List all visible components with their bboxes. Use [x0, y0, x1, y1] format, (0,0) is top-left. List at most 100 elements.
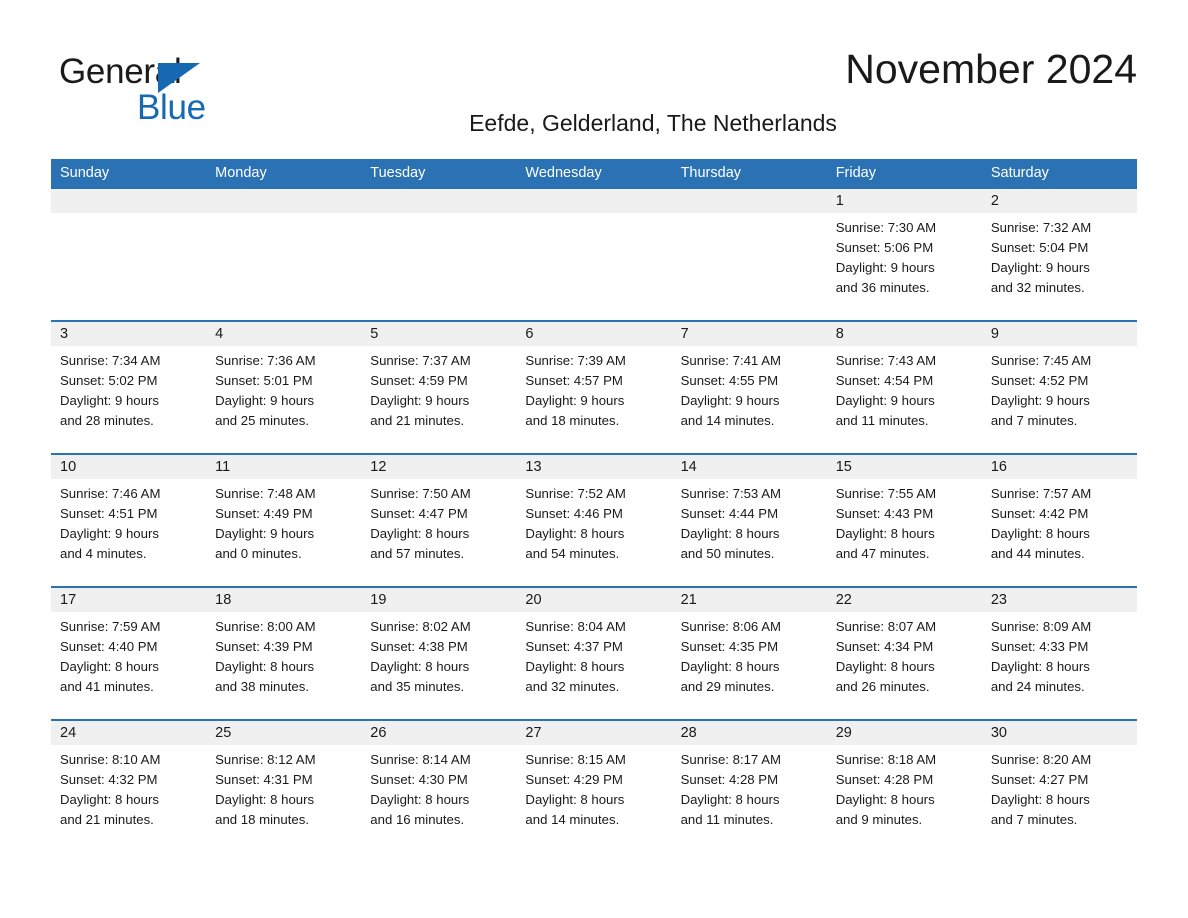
day-cell[interactable]: 11 Sunrise: 7:48 AM Sunset: 4:49 PM Dayl…: [206, 455, 362, 586]
dow-thursday: Thursday: [680, 165, 742, 181]
day-cell[interactable]: 20 Sunrise: 8:04 AM Sunset: 4:37 PM Dayl…: [516, 588, 672, 719]
day-number: 19: [361, 588, 517, 612]
day-cell[interactable]: 25 Sunrise: 8:12 AM Sunset: 4:31 PM Dayl…: [206, 721, 362, 852]
sunset-text: Sunset: 5:02 PM: [60, 373, 158, 388]
sunset-text: Sunset: 4:39 PM: [215, 639, 313, 654]
day-number: [361, 189, 517, 213]
sunrise-text: Sunrise: 7:48 AM: [215, 486, 316, 501]
daylight-text-line2: and 11 minutes.: [680, 812, 774, 827]
day-cell[interactable]: 23 Sunrise: 8:09 AM Sunset: 4:33 PM Dayl…: [981, 588, 1137, 719]
day-details: Sunrise: 8:00 AM Sunset: 4:39 PM Dayligh…: [206, 612, 361, 697]
day-details: Sunrise: 8:04 AM Sunset: 4:37 PM Dayligh…: [516, 612, 671, 697]
sunset-text: Sunset: 4:29 PM: [525, 772, 623, 787]
day-cell[interactable]: 29 Sunrise: 8:18 AM Sunset: 4:28 PM Dayl…: [826, 721, 982, 852]
day-cell[interactable]: [516, 189, 672, 320]
day-number: [516, 189, 672, 213]
sunset-text: Sunset: 4:37 PM: [525, 639, 623, 654]
daylight-text-line2: and 47 minutes.: [835, 546, 930, 561]
sunset-text: Sunset: 5:04 PM: [990, 240, 1089, 255]
day-cell[interactable]: 3 Sunrise: 7:34 AM Sunset: 5:02 PM Dayli…: [51, 322, 207, 453]
sunset-text: Sunset: 4:51 PM: [60, 506, 158, 521]
sunset-text: Sunset: 4:44 PM: [680, 506, 779, 521]
day-cell[interactable]: 10 Sunrise: 7:46 AM Sunset: 4:51 PM Dayl…: [51, 455, 207, 586]
daylight-text-line2: and 26 minutes.: [835, 679, 930, 694]
day-cell[interactable]: 4 Sunrise: 7:36 AM Sunset: 5:01 PM Dayli…: [206, 322, 362, 453]
day-details: Sunrise: 7:48 AM Sunset: 4:49 PM Dayligh…: [206, 479, 361, 564]
day-cell[interactable]: 9 Sunrise: 7:45 AM Sunset: 4:52 PM Dayli…: [981, 322, 1137, 453]
day-cell[interactable]: 21 Sunrise: 8:06 AM Sunset: 4:35 PM Dayl…: [671, 588, 827, 719]
day-cell[interactable]: [51, 189, 207, 320]
day-cell[interactable]: 15 Sunrise: 7:55 AM Sunset: 4:43 PM Dayl…: [826, 455, 982, 586]
daylight-text-line2: and 18 minutes.: [525, 413, 620, 428]
daylight-text-line2: and 14 minutes.: [525, 812, 620, 827]
day-cell[interactable]: 22 Sunrise: 8:07 AM Sunset: 4:34 PM Dayl…: [826, 588, 982, 719]
sunrise-text: Sunrise: 7:50 AM: [370, 486, 471, 501]
day-number: 10: [51, 455, 207, 479]
day-number: 4: [206, 322, 362, 346]
sunrise-text: Sunrise: 8:12 AM: [215, 752, 316, 767]
day-cell[interactable]: 2 Sunrise: 7:32 AM Sunset: 5:04 PM Dayli…: [981, 189, 1137, 320]
sunrise-text: Sunrise: 8:09 AM: [990, 619, 1092, 634]
daylight-text-line1: Daylight: 8 hours: [370, 526, 470, 541]
sunset-text: Sunset: 4:52 PM: [990, 373, 1089, 388]
sunset-text: Sunset: 4:27 PM: [990, 772, 1089, 787]
day-details: [672, 213, 827, 218]
day-details: Sunrise: 7:53 AM Sunset: 4:44 PM Dayligh…: [672, 479, 827, 564]
daylight-text-line2: and 35 minutes.: [370, 679, 465, 694]
sunrise-text: Sunrise: 7:30 AM: [835, 220, 937, 235]
day-cell[interactable]: [361, 189, 517, 320]
daylight-text-line1: Daylight: 8 hours: [680, 659, 780, 674]
day-number: 7: [671, 322, 827, 346]
day-details: Sunrise: 7:45 AM Sunset: 4:52 PM Dayligh…: [982, 346, 1137, 431]
day-details: Sunrise: 8:12 AM Sunset: 4:31 PM Dayligh…: [206, 745, 361, 830]
day-cell[interactable]: 19 Sunrise: 8:02 AM Sunset: 4:38 PM Dayl…: [361, 588, 517, 719]
day-details: Sunrise: 8:02 AM Sunset: 4:38 PM Dayligh…: [361, 612, 516, 697]
day-cell[interactable]: 17 Sunrise: 7:59 AM Sunset: 4:40 PM Dayl…: [51, 588, 207, 719]
daylight-text-line2: and 0 minutes.: [215, 546, 302, 561]
week-row: 1 Sunrise: 7:30 AM Sunset: 5:06 PM Dayli…: [51, 187, 1137, 320]
day-cell[interactable]: 1 Sunrise: 7:30 AM Sunset: 5:06 PM Dayli…: [826, 189, 982, 320]
day-details: [206, 213, 361, 218]
day-cell[interactable]: 27 Sunrise: 8:15 AM Sunset: 4:29 PM Dayl…: [516, 721, 672, 852]
day-of-week-header-row: Sunday Monday Tuesday Wednesday Thursday…: [51, 159, 1137, 187]
day-cell[interactable]: 6 Sunrise: 7:39 AM Sunset: 4:57 PM Dayli…: [516, 322, 672, 453]
day-cell[interactable]: 14 Sunrise: 7:53 AM Sunset: 4:44 PM Dayl…: [671, 455, 827, 586]
day-details: [516, 213, 671, 218]
daylight-text-line2: and 18 minutes.: [215, 812, 309, 827]
day-cell[interactable]: 28 Sunrise: 8:17 AM Sunset: 4:28 PM Dayl…: [671, 721, 827, 852]
day-cell[interactable]: 18 Sunrise: 8:00 AM Sunset: 4:39 PM Dayl…: [206, 588, 362, 719]
sunrise-text: Sunrise: 7:46 AM: [60, 486, 161, 501]
day-cell[interactable]: 13 Sunrise: 7:52 AM Sunset: 4:46 PM Dayl…: [516, 455, 672, 586]
day-cell[interactable]: 12 Sunrise: 7:50 AM Sunset: 4:47 PM Dayl…: [361, 455, 517, 586]
daylight-text-line2: and 7 minutes.: [990, 413, 1078, 428]
daylight-text-line1: Daylight: 9 hours: [60, 393, 159, 408]
day-details: Sunrise: 8:20 AM Sunset: 4:27 PM Dayligh…: [982, 745, 1137, 830]
day-details: Sunrise: 8:09 AM Sunset: 4:33 PM Dayligh…: [982, 612, 1137, 697]
daylight-text-line1: Daylight: 8 hours: [215, 792, 315, 807]
daylight-text-line2: and 21 minutes.: [370, 413, 465, 428]
day-cell[interactable]: [671, 189, 827, 320]
day-details: Sunrise: 7:43 AM Sunset: 4:54 PM Dayligh…: [827, 346, 982, 431]
day-cell[interactable]: 16 Sunrise: 7:57 AM Sunset: 4:42 PM Dayl…: [981, 455, 1137, 586]
location-subtitle-text: Eefde, Gelderland, The Netherlands: [469, 110, 837, 136]
day-number: 23: [981, 588, 1137, 612]
day-number: 8: [826, 322, 982, 346]
day-cell[interactable]: 8 Sunrise: 7:43 AM Sunset: 4:54 PM Dayli…: [826, 322, 982, 453]
daylight-text-line1: Daylight: 8 hours: [680, 526, 780, 541]
daylight-text-line2: and 14 minutes.: [680, 413, 775, 428]
day-cell[interactable]: [206, 189, 362, 320]
day-cell[interactable]: 7 Sunrise: 7:41 AM Sunset: 4:55 PM Dayli…: [671, 322, 827, 453]
sunrise-text: Sunrise: 7:37 AM: [370, 353, 471, 368]
daylight-text-line2: and 7 minutes.: [990, 812, 1078, 827]
daylight-text-line1: Daylight: 9 hours: [680, 393, 780, 408]
sunset-text: Sunset: 4:31 PM: [215, 772, 313, 787]
sunrise-text: Sunrise: 8:02 AM: [370, 619, 471, 634]
day-cell[interactable]: 26 Sunrise: 8:14 AM Sunset: 4:30 PM Dayl…: [361, 721, 517, 852]
sunset-text: Sunset: 4:57 PM: [525, 373, 623, 388]
day-number: 6: [516, 322, 672, 346]
page-title: November 2024: [845, 46, 1137, 92]
day-cell[interactable]: 5 Sunrise: 7:37 AM Sunset: 4:59 PM Dayli…: [361, 322, 517, 453]
daylight-text-line2: and 28 minutes.: [60, 413, 154, 428]
day-cell[interactable]: 30 Sunrise: 8:20 AM Sunset: 4:27 PM Dayl…: [981, 721, 1137, 852]
day-cell[interactable]: 24 Sunrise: 8:10 AM Sunset: 4:32 PM Dayl…: [51, 721, 207, 852]
